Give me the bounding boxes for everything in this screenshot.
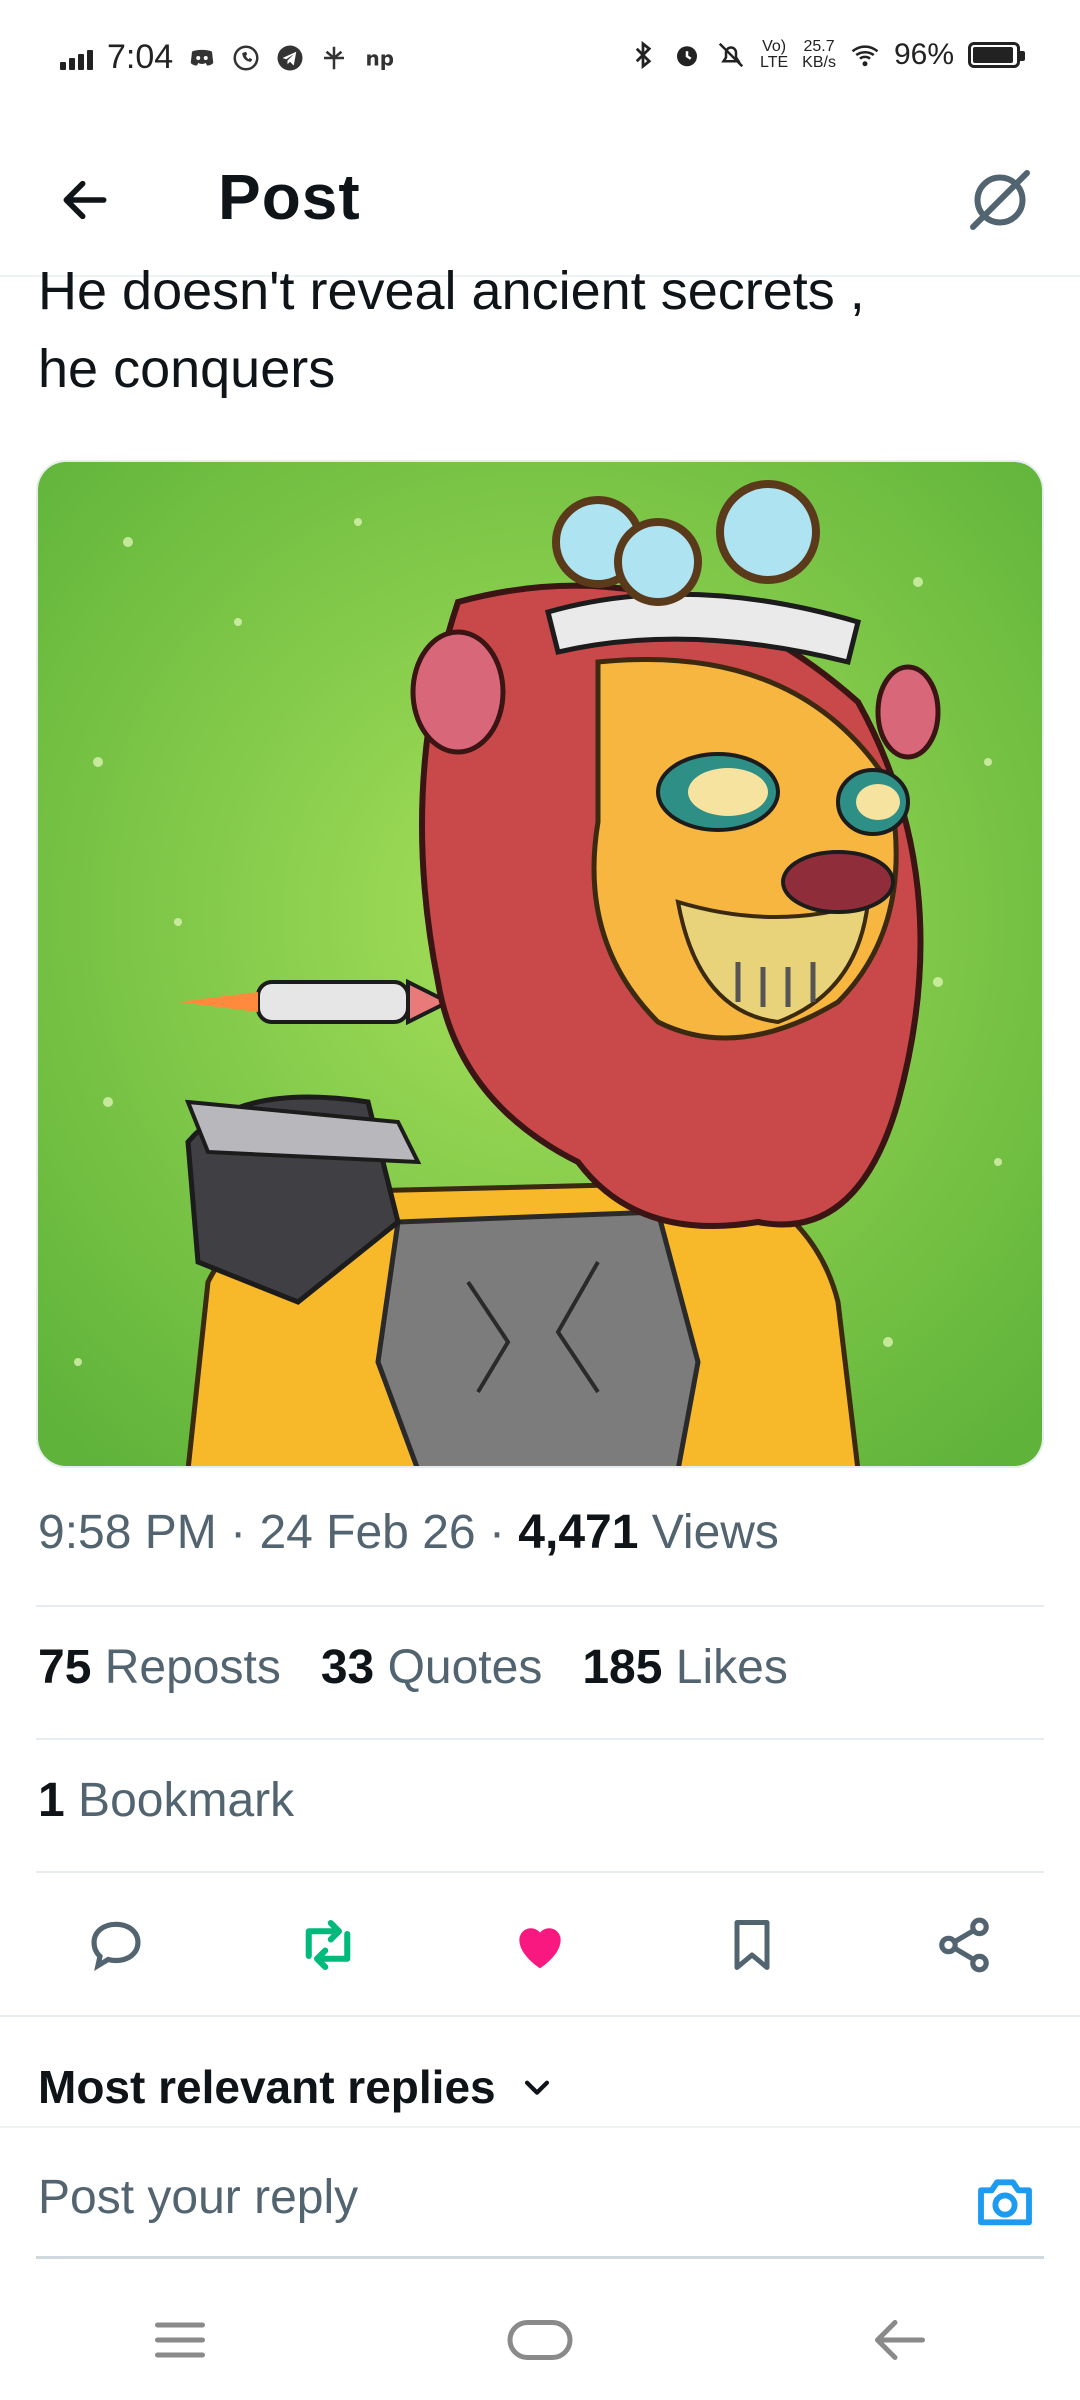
share-icon xyxy=(939,1917,989,1973)
status-right: Vo) LTE 25.7 KB/s 96% xyxy=(628,38,1025,72)
like-button[interactable] xyxy=(500,1905,580,1985)
camera-icon xyxy=(978,2179,1032,2226)
repost-icon xyxy=(305,1919,351,1971)
separator: · xyxy=(230,1506,247,1559)
reply-icon xyxy=(91,1921,141,1971)
grok-button[interactable] xyxy=(960,160,1040,240)
post-text: He doesn't reveal ancient secrets , he c… xyxy=(38,252,1038,408)
bookmarks-link[interactable]: 1 Bookmark xyxy=(38,1773,294,1828)
quotes-link[interactable]: 33 Quotes xyxy=(321,1640,543,1695)
whatsapp-icon xyxy=(233,45,259,70)
lion-illustration xyxy=(38,462,1042,1466)
recents-button[interactable] xyxy=(120,2300,240,2380)
svg-text:np: np xyxy=(366,46,394,70)
menu-icon xyxy=(155,2322,205,2358)
replies-sort-label: Most relevant replies xyxy=(38,2061,496,2113)
post-time: 9:58 PM xyxy=(38,1506,217,1559)
battery-icon xyxy=(968,42,1025,68)
back-button[interactable] xyxy=(50,165,120,235)
telegram-icon xyxy=(277,45,303,70)
post-date: 24 Feb 26 xyxy=(259,1506,476,1559)
system-nav-bar xyxy=(0,2280,1080,2400)
discord-icon xyxy=(190,49,214,65)
divider xyxy=(36,1605,1044,1607)
bookmark-button[interactable] xyxy=(712,1905,792,1985)
action-bar xyxy=(36,1895,1044,1995)
divider xyxy=(36,1738,1044,1740)
divider xyxy=(0,2015,1080,2017)
home-button[interactable] xyxy=(480,2300,600,2380)
views-label: Views xyxy=(651,1506,779,1559)
net-speed: 25.7 KB/s xyxy=(802,38,836,71)
status-bar: 7:04 np Vo) LTE 25.7 KB/s 96% xyxy=(0,0,1080,130)
system-back-button[interactable] xyxy=(840,2300,960,2380)
reply-composer xyxy=(0,2126,1080,2263)
bluetooth-icon xyxy=(635,40,652,70)
wifi-icon xyxy=(851,45,879,67)
chevron-down-icon xyxy=(524,2080,549,2095)
post-text-line: he conquers xyxy=(38,339,336,399)
replies-sort-dropdown[interactable]: Most relevant replies xyxy=(38,2060,554,2114)
bookmark-icon xyxy=(734,1920,770,1970)
reply-input-underline xyxy=(36,2256,1044,2259)
post-meta: 9:58 PM · 24 Feb 26 · 4,471 Views xyxy=(38,1505,779,1560)
repost-button[interactable] xyxy=(288,1905,368,1985)
engagement-stats: 75 Reposts 33 Quotes 185 Likes xyxy=(38,1640,788,1695)
post-text-line: He doesn't reveal ancient secrets , xyxy=(38,261,865,321)
reply-button[interactable] xyxy=(76,1905,156,1985)
back-arrow-icon xyxy=(875,2320,925,2360)
reply-input[interactable] xyxy=(38,2170,938,2225)
mute-icon xyxy=(718,42,744,68)
clock: 7:04 xyxy=(107,38,174,76)
page-title: Post xyxy=(218,161,361,233)
reposts-link[interactable]: 75 Reposts xyxy=(38,1640,281,1695)
divider xyxy=(36,1871,1044,1873)
share-button[interactable] xyxy=(924,1905,1004,1985)
signal-icon xyxy=(60,46,93,70)
arrow-left-icon xyxy=(63,180,107,220)
home-pill-icon xyxy=(507,2320,573,2360)
likes-link[interactable]: 185 Likes xyxy=(582,1640,788,1695)
alarm-icon xyxy=(677,46,697,67)
volte-indicator: Vo) LTE xyxy=(760,38,789,71)
np-icon: np xyxy=(366,46,394,70)
heart-icon xyxy=(519,1928,561,1969)
post-image[interactable] xyxy=(36,460,1044,1468)
views-count: 4,471 xyxy=(518,1506,639,1559)
battery-percent: 96% xyxy=(893,38,954,71)
tree-icon xyxy=(324,46,345,69)
separator: · xyxy=(488,1506,505,1559)
camera-button[interactable] xyxy=(970,2166,1040,2236)
status-left: 7:04 np xyxy=(60,38,393,77)
grok-icon xyxy=(970,170,1030,230)
